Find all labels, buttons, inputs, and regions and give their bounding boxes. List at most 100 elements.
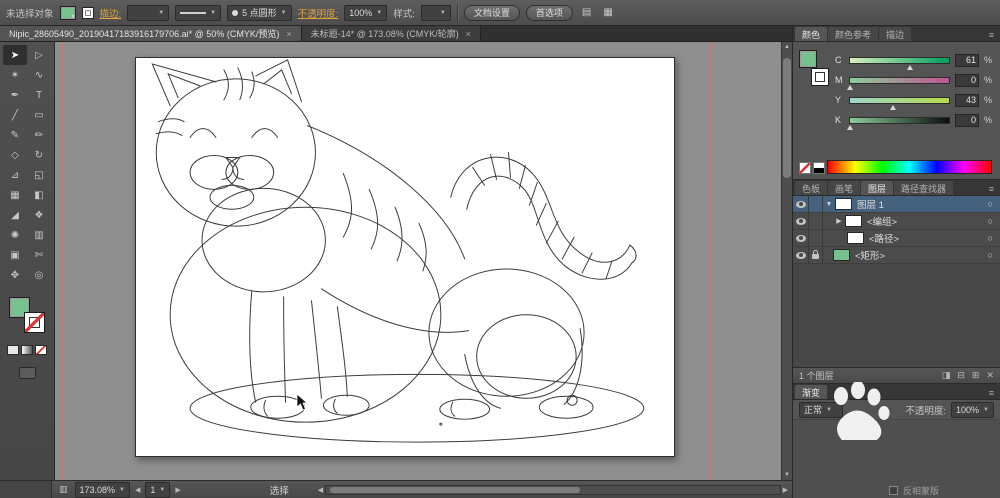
screen-mode-button[interactable]: [18, 367, 36, 379]
panel-opacity-dropdown[interactable]: 100% ▼: [951, 401, 994, 418]
align-panel-icon[interactable]: ▤: [579, 7, 594, 18]
make-mask-icon[interactable]: ◨: [942, 370, 951, 381]
layer-name[interactable]: <编组>: [867, 214, 897, 228]
tab-swatches[interactable]: 色板: [795, 181, 828, 195]
slider-thumb[interactable]: [847, 124, 853, 130]
selection-tool[interactable]: ➤: [3, 45, 27, 65]
tab-brushes[interactable]: 画笔: [828, 181, 861, 195]
zoom-tool[interactable]: ◎: [27, 265, 51, 285]
shape-builder-tool[interactable]: ◱: [27, 165, 51, 185]
new-layer-icon[interactable]: ⊞: [972, 370, 980, 381]
next-artboard-icon[interactable]: ▶: [175, 486, 180, 494]
panel-menu-icon[interactable]: ≡: [985, 388, 998, 399]
cyan-value-field[interactable]: 61: [955, 53, 979, 67]
lock-toggle[interactable]: [809, 230, 823, 246]
panel-menu-icon[interactable]: ≡: [985, 184, 998, 195]
layer-row-layer1[interactable]: ▼ 图层 1 ○: [793, 196, 1000, 213]
lock-toggle[interactable]: [809, 213, 823, 229]
pencil-tool[interactable]: ✏: [27, 125, 51, 145]
direct-selection-tool[interactable]: ▷: [27, 45, 51, 65]
delete-layer-icon[interactable]: ✕: [986, 370, 994, 381]
transform-panel-icon[interactable]: ▦: [600, 7, 615, 18]
cyan-slider[interactable]: [849, 56, 950, 70]
tab-layers[interactable]: 图层: [861, 181, 894, 195]
slider-thumb[interactable]: [889, 104, 896, 110]
vertical-scroll-thumb[interactable]: [783, 58, 791, 178]
panel-stroke-swatch[interactable]: [811, 68, 829, 86]
close-icon[interactable]: ×: [466, 29, 471, 39]
tab-gradient[interactable]: 渐变: [795, 385, 828, 399]
document-tab-2[interactable]: 未标题-14* @ 173.08% (CMYK/轮廓) ×: [301, 26, 482, 41]
close-icon[interactable]: ×: [286, 29, 291, 39]
lock-toggle[interactable]: [809, 247, 823, 263]
artboard[interactable]: [135, 57, 675, 457]
visibility-toggle[interactable]: [793, 196, 809, 212]
document-setup-button[interactable]: 文档设置: [463, 4, 520, 21]
lasso-tool[interactable]: ∿: [27, 65, 51, 85]
blend-mode-dropdown[interactable]: 正常 ▼: [799, 401, 843, 418]
gradient-mode-button[interactable]: [21, 345, 33, 355]
invert-mask-checkbox[interactable]: [889, 485, 898, 495]
yellow-slider[interactable]: [849, 96, 950, 110]
type-tool[interactable]: T: [27, 85, 51, 105]
tab-color-guide[interactable]: 颜色参考: [828, 27, 879, 41]
magenta-slider[interactable]: [847, 76, 950, 90]
style-dropdown[interactable]: ▼: [420, 4, 451, 21]
lock-toggle[interactable]: [809, 196, 823, 212]
magenta-value-field[interactable]: 0: [955, 73, 979, 87]
slice-tool[interactable]: ✄: [27, 245, 51, 265]
none-mode-button[interactable]: [35, 345, 47, 355]
layer-name[interactable]: <路径>: [869, 231, 899, 245]
line-segment-tool[interactable]: ╱: [3, 105, 27, 125]
vertical-scrollbar[interactable]: ▲ ▼: [781, 42, 792, 480]
status-menu-icon[interactable]: ▥: [57, 484, 70, 495]
scroll-left-icon[interactable]: ◀: [318, 486, 323, 494]
visibility-toggle[interactable]: [793, 213, 809, 229]
vertical-scroll-track[interactable]: [782, 52, 792, 470]
opacity-dropdown[interactable]: 100% ▼: [344, 4, 388, 21]
expand-triangle-icon[interactable]: ▼: [823, 201, 835, 208]
brush-definition-dropdown[interactable]: 5 点圆形 ▼: [227, 4, 292, 21]
preferences-button[interactable]: 首选项: [525, 4, 573, 21]
symbol-sprayer-tool[interactable]: ✺: [3, 225, 27, 245]
expand-triangle-icon[interactable]: ▶: [833, 217, 845, 225]
width-tool[interactable]: ◇: [3, 145, 27, 165]
tab-pathfinder[interactable]: 路径查找器: [894, 181, 954, 195]
hand-tool[interactable]: ✥: [3, 265, 27, 285]
horizontal-scroll-track[interactable]: [325, 484, 781, 495]
artboard-tool[interactable]: ▣: [3, 245, 27, 265]
gradient-tool[interactable]: ◧: [27, 185, 51, 205]
canvas-area[interactable]: ▲ ▼: [55, 42, 792, 480]
tab-stroke[interactable]: 描边: [879, 27, 912, 41]
eyedropper-tool[interactable]: ◢: [3, 205, 27, 225]
visibility-toggle[interactable]: [793, 247, 809, 263]
mesh-tool[interactable]: ▦: [3, 185, 27, 205]
black-value-field[interactable]: 0: [955, 113, 979, 127]
rectangle-tool[interactable]: ▭: [27, 105, 51, 125]
none-color-swatch[interactable]: [799, 162, 811, 174]
horizontal-scrollbar[interactable]: ◀ ▶: [318, 484, 788, 495]
fill-color-swatch[interactable]: ▼: [59, 5, 76, 20]
magic-wand-tool[interactable]: ✶: [3, 65, 27, 85]
zoom-level-dropdown[interactable]: 173.08% ▼: [74, 481, 130, 498]
stroke-color-swatch[interactable]: [81, 6, 94, 19]
stroke-weight-dropdown[interactable]: ▼: [127, 4, 170, 21]
pen-tool[interactable]: ✒: [3, 85, 27, 105]
layer-name[interactable]: 图层 1: [857, 197, 884, 211]
layer-row-path[interactable]: <路径> ○: [793, 230, 1000, 247]
color-mode-button[interactable]: [7, 345, 19, 355]
document-tab-1[interactable]: Nipic_28605490_20190417183916179706.ai* …: [0, 26, 302, 41]
target-circle-icon[interactable]: ○: [988, 250, 993, 260]
new-sublayer-icon[interactable]: ⊟: [957, 370, 965, 381]
black-white-swatch[interactable]: [813, 162, 825, 174]
target-circle-icon[interactable]: ○: [988, 216, 993, 226]
slider-thumb[interactable]: [907, 64, 914, 70]
scroll-up-icon[interactable]: ▲: [784, 42, 790, 52]
black-slider[interactable]: [847, 116, 950, 130]
slider-thumb[interactable]: [847, 84, 853, 90]
scroll-down-icon[interactable]: ▼: [784, 470, 790, 480]
scale-tool[interactable]: ⊿: [3, 165, 27, 185]
horizontal-scroll-thumb[interactable]: [330, 486, 580, 493]
rotate-tool[interactable]: ↻: [27, 145, 51, 165]
blend-tool[interactable]: ❖: [27, 205, 51, 225]
